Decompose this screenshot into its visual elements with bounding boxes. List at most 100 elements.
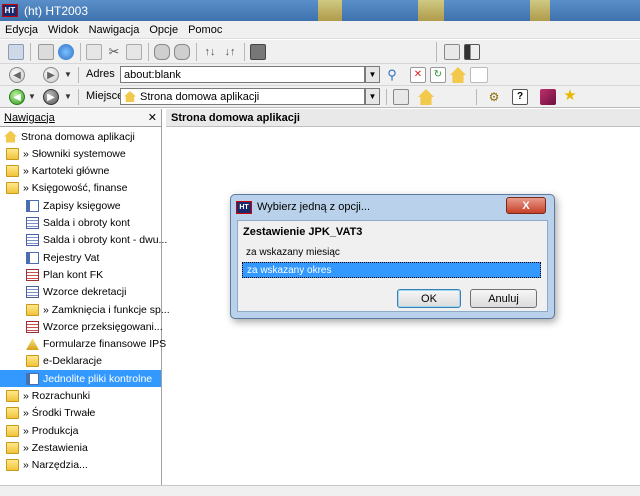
- cut-icon[interactable]: ✂: [106, 44, 122, 60]
- toolbar-separator: [78, 67, 79, 83]
- nav-item[interactable]: Salda i obroty kont - dwu...: [0, 232, 167, 249]
- nav-item-label: » Narzędzia...: [23, 459, 88, 472]
- dialog-app-icon: HT: [236, 200, 252, 214]
- menu-edycja[interactable]: Edycja: [0, 24, 43, 36]
- menu-pomoc[interactable]: Pomoc: [183, 24, 227, 36]
- dialog-body: Zestawienie JPK_VAT3 za wskazany miesiąc…: [237, 220, 548, 312]
- forward-icon[interactable]: ▶: [43, 67, 59, 83]
- close-navigation-icon[interactable]: ✕: [148, 111, 157, 124]
- reload-icon[interactable]: ↻: [430, 67, 446, 83]
- nav-item[interactable]: Rejestry Vat: [0, 249, 161, 266]
- document-icon: [26, 199, 39, 212]
- toolbar-separator: [78, 89, 79, 105]
- dialog-title: Wybierz jedną z opcji...: [257, 201, 371, 213]
- window-title: (ht) HT2003: [24, 3, 89, 18]
- extra-button[interactable]: [470, 67, 488, 83]
- nav-item[interactable]: » Kartoteki główne: [0, 163, 161, 180]
- stop-icon[interactable]: ✕: [410, 67, 426, 83]
- menu-opcje[interactable]: Opcje: [144, 24, 183, 36]
- home-icon[interactable]: [450, 67, 466, 83]
- grid-document-icon: [26, 217, 39, 229]
- choice-dialog: HT Wybierz jedną z opcji... X Zestawieni…: [230, 194, 555, 319]
- navigation-panel: Nawigacja ✕ Strona domowa aplikacji » Sło…: [0, 109, 170, 485]
- nav-item-label: Zapisy księgowe: [43, 199, 121, 212]
- option-month[interactable]: za wskazany miesiąc: [242, 244, 541, 260]
- nav-item-label: Salda i obroty kont: [43, 217, 130, 229]
- option-period[interactable]: za wskazany okres: [242, 262, 541, 278]
- location-label: Miejsce: [86, 90, 124, 102]
- properties-icon[interactable]: [8, 44, 24, 60]
- dialog-heading: Zestawienie JPK_VAT3: [243, 226, 363, 238]
- nav-item[interactable]: Formularze finansowe IPS: [0, 336, 166, 353]
- open-icon[interactable]: [38, 44, 54, 60]
- find-icon[interactable]: [154, 44, 170, 60]
- tools-icon[interactable]: ⚙: [486, 89, 502, 105]
- menu-widok[interactable]: Widok: [43, 24, 84, 36]
- location-dropdown-icon[interactable]: ▼: [365, 88, 380, 105]
- sort-ascending-icon[interactable]: ↑↓: [202, 44, 218, 60]
- nav-item[interactable]: » Rozrachunki: [0, 388, 161, 405]
- nav-item[interactable]: Salda i obroty kont: [0, 215, 161, 232]
- menu-bar: Edycja Widok Nawigacja Opcje Pomoc: [0, 21, 640, 39]
- help-icon[interactable]: ?: [512, 89, 528, 105]
- address-label: Adres: [86, 68, 115, 80]
- toolbar-separator: [386, 89, 387, 105]
- go-search-icon[interactable]: ⚲: [384, 67, 400, 83]
- toolbar-separator: [148, 43, 149, 61]
- folder-icon: [6, 165, 19, 178]
- menu-nawigacja[interactable]: Nawigacja: [84, 24, 145, 36]
- find-next-icon[interactable]: [174, 44, 190, 60]
- location-input[interactable]: Strona domowa aplikacji: [120, 88, 365, 105]
- address-input[interactable]: about:blank: [120, 66, 365, 83]
- nav-item-label: » Produkcja: [23, 424, 79, 437]
- background-folder-icon: [318, 0, 342, 21]
- nav-item-label: » Księgowość, finanse: [23, 182, 128, 195]
- nav-item[interactable]: » Słowniki systemowe: [0, 145, 161, 162]
- history-dropdown-icon[interactable]: ▼: [64, 70, 72, 79]
- folder-icon: [6, 441, 19, 454]
- panel-toggle-icon[interactable]: [464, 44, 480, 60]
- dark-square-icon[interactable]: [250, 44, 266, 60]
- nav-item[interactable]: Zapisy księgowe: [0, 197, 161, 214]
- main-toolbar: ✂ ↑↓ ↓↑: [0, 40, 640, 64]
- back-green-icon[interactable]: ◀: [9, 89, 25, 105]
- ok-button[interactable]: OK: [397, 289, 461, 308]
- back-dropdown-icon[interactable]: ▼: [28, 92, 36, 101]
- layout-icon[interactable]: [393, 89, 409, 105]
- copy-icon[interactable]: [86, 44, 102, 60]
- paste-icon[interactable]: [126, 44, 142, 60]
- forward-dropdown-icon[interactable]: ▼: [64, 92, 72, 101]
- books-icon[interactable]: [540, 89, 556, 105]
- cancel-button[interactable]: Anuluj: [470, 289, 537, 308]
- nav-item-label: » Słowniki systemowe: [23, 147, 126, 160]
- address-dropdown-icon[interactable]: ▼: [365, 66, 380, 83]
- nav-item[interactable]: e-Deklaracje: [0, 353, 161, 370]
- title-bar: HT (ht) HT2003: [0, 0, 640, 21]
- nav-item-label: Rejestry Vat: [43, 251, 100, 264]
- nav-item[interactable]: Strona domowa aplikacji: [0, 128, 161, 145]
- nav-item[interactable]: » Zestawienia: [0, 439, 161, 456]
- nav-item[interactable]: » Księgowość, finanse: [0, 180, 161, 197]
- nav-item[interactable]: » Środki Trwałe: [0, 405, 161, 422]
- navigation-title: Nawigacja: [4, 111, 55, 124]
- nav-item[interactable]: » Produkcja: [0, 422, 161, 439]
- nav-item[interactable]: » Narzędzia...: [0, 457, 161, 474]
- layout-icon[interactable]: [444, 44, 460, 60]
- favorites-star-icon[interactable]: ★: [562, 88, 578, 104]
- nav-item[interactable]: » Zamknięcia i funkcje sp...: [0, 301, 170, 318]
- back-icon[interactable]: ◀: [9, 67, 25, 83]
- dialog-close-button[interactable]: X: [506, 197, 546, 214]
- red-document-icon: [26, 268, 39, 281]
- grid-document-icon: [26, 286, 39, 299]
- nav-item[interactable]: Jednolite pliki kontrolne: [0, 370, 161, 388]
- forward-dark-icon[interactable]: ▶: [43, 89, 59, 105]
- sort-descending-icon[interactable]: ↓↑: [222, 44, 238, 60]
- nav-item[interactable]: Wzorce przeksięgowani...: [0, 318, 163, 335]
- home-icon[interactable]: [418, 89, 434, 105]
- nav-item-label: Wzorce dekretacji: [43, 286, 127, 299]
- nav-item[interactable]: Wzorce dekretacji: [0, 284, 161, 301]
- main-header: Strona domowa aplikacji: [166, 109, 640, 127]
- address-toolbar: ◀ ▶ ▼ Adres about:blank ▼ ⚲ ✕ ↻: [0, 64, 640, 86]
- refresh-icon[interactable]: [58, 44, 74, 60]
- nav-item[interactable]: Plan kont FK: [0, 266, 161, 283]
